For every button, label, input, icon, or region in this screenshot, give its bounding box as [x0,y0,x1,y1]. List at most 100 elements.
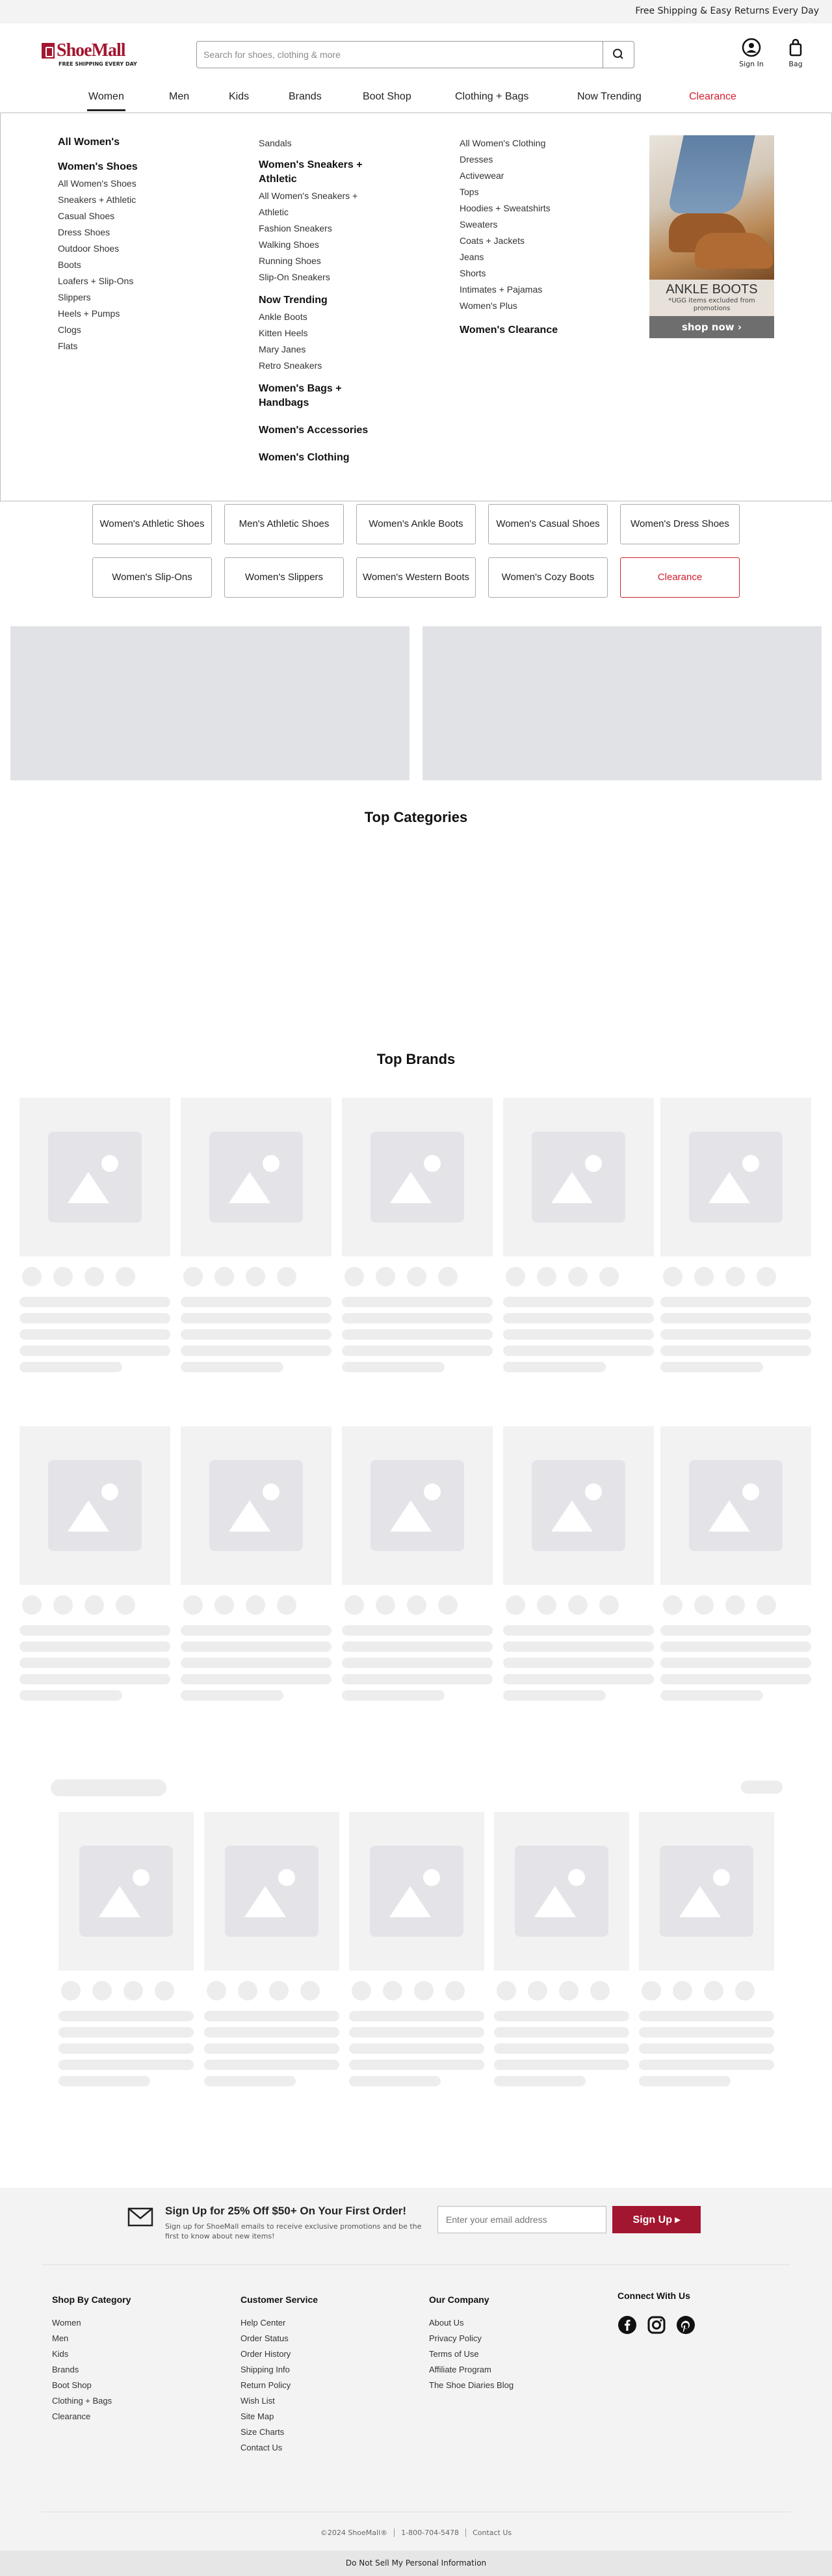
newsletter-email-input[interactable] [437,2206,606,2233]
footer-link[interactable]: Order Status [240,2331,318,2346]
footer-link[interactable]: Boot Shop [52,2378,131,2393]
mega-link[interactable]: Intimates + Pajamas [460,282,558,298]
footer-link[interactable]: Size Charts [240,2424,318,2440]
mega-link[interactable]: Dresses [460,152,558,168]
nav-item-now-trending[interactable]: Now Trending [577,91,642,103]
product-card-placeholder[interactable] [342,1426,493,1585]
footer-link[interactable]: Women [52,2315,131,2331]
mega-link[interactable]: Casual Shoes [58,208,138,224]
mega-link[interactable]: Retro Sneakers [259,358,382,374]
mega-link[interactable]: Slippers [58,289,138,306]
nav-item-men[interactable]: Men [169,91,189,103]
nav-item-brands[interactable]: Brands [289,91,322,103]
product-card-placeholder[interactable] [503,1098,654,1256]
legal-contact-link[interactable]: Contact Us [465,2529,519,2537]
mega-link[interactable]: Women's Plus [460,298,558,314]
mega-link[interactable]: Mary Janes [259,341,382,358]
footer-link[interactable]: Help Center [240,2315,318,2331]
footer-link[interactable]: Contact Us [240,2440,318,2456]
category-pill[interactable]: Women's Cozy Boots [488,557,608,598]
product-card-placeholder[interactable] [349,1812,484,1971]
bag-link[interactable]: Bag [776,38,815,70]
category-pill[interactable]: Women's Athletic Shoes [92,504,212,544]
category-pill[interactable]: Men's Athletic Shoes [224,504,344,544]
womens-shoes-heading[interactable]: Women's Shoes [58,160,138,174]
product-card-placeholder[interactable] [660,1426,811,1585]
product-card-placeholder[interactable] [20,1098,170,1256]
category-pill[interactable]: Women's Western Boots [356,557,476,598]
footer-link[interactable]: Affiliate Program [429,2362,514,2378]
phone-number[interactable]: 1-800-704-5478 [394,2529,466,2537]
mega-link[interactable]: Fashion Sneakers [259,220,382,237]
mega-link[interactable]: Slip-On Sneakers [259,269,382,285]
mega-link[interactable]: Sneakers + Athletic [58,192,138,208]
ankle-boots-promo[interactable]: ANKLE BOOTS *UGG items excluded from pro… [649,135,774,338]
mega-link[interactable]: Tops [460,184,558,200]
instagram-icon[interactable] [647,2315,666,2337]
footer-link[interactable]: About Us [429,2315,514,2331]
search-button[interactable] [603,42,634,68]
womens-clothing-heading[interactable]: Women's Clothing [259,451,382,465]
promo-shop-now-button[interactable]: shop now › [649,316,774,338]
mega-link[interactable]: Hoodies + Sweatshirts [460,200,558,217]
nav-item-boot-shop[interactable]: Boot Shop [363,91,411,103]
mega-link[interactable]: Boots [58,257,138,273]
newsletter-signup-button[interactable]: Sign Up ▸ [612,2206,701,2233]
mega-link[interactable]: Jeans [460,249,558,265]
womens-bags-heading[interactable]: Women's Bags + Handbags [259,382,382,410]
mega-link[interactable]: Activewear [460,168,558,184]
nav-item-clearance[interactable]: Clearance [689,91,736,103]
mega-link[interactable]: Ankle Boots [259,309,382,325]
mega-link[interactable]: Kitten Heels [259,325,382,341]
category-pill-clearance[interactable]: Clearance [620,557,740,598]
mega-link[interactable]: All Women's Shoes [58,176,138,192]
mega-link[interactable]: Flats [58,338,138,354]
mega-link[interactable]: All Women's Sneakers + Athletic [259,188,382,220]
banner-placeholder[interactable] [10,626,410,780]
mega-link[interactable]: Sweaters [460,217,558,233]
sign-in-link[interactable]: Sign In [732,38,771,70]
nav-item-kids[interactable]: Kids [229,91,249,103]
product-card-placeholder[interactable] [503,1426,654,1585]
mega-link[interactable]: All Women's Clothing [460,135,558,152]
mega-link[interactable]: Outdoor Shoes [58,241,138,257]
footer-link[interactable]: Terms of Use [429,2346,514,2362]
footer-link[interactable]: Return Policy [240,2378,318,2393]
do-not-sell-link[interactable]: Do Not Sell My Personal Information [0,2551,832,2576]
footer-link[interactable]: Clothing + Bags [52,2393,131,2409]
mega-link[interactable]: Coats + Jackets [460,233,558,249]
facebook-icon[interactable] [618,2315,637,2337]
category-pill[interactable]: Women's Slip-Ons [92,557,212,598]
nav-item-clothing-bags[interactable]: Clothing + Bags [455,91,528,103]
footer-link[interactable]: Clearance [52,2409,131,2424]
footer-link[interactable]: Brands [52,2362,131,2378]
mega-link[interactable]: Heels + Pumps [58,306,138,322]
product-card-placeholder[interactable] [181,1098,332,1256]
mega-link[interactable]: Shorts [460,265,558,282]
product-card-placeholder[interactable] [20,1426,170,1585]
footer-link[interactable]: The Shoe Diaries Blog [429,2378,514,2393]
category-pill[interactable]: Women's Dress Shoes [620,504,740,544]
shoemall-logo[interactable]: ShoeMall FREE SHIPPING EVERY DAY [42,40,146,69]
category-pill[interactable]: Women's Ankle Boots [356,504,476,544]
womens-clearance-heading[interactable]: Women's Clearance [460,323,558,338]
footer-link[interactable]: Site Map [240,2409,318,2424]
product-card-placeholder[interactable] [204,1812,339,1971]
nav-item-women[interactable]: Women [87,91,125,111]
mega-link[interactable]: Running Shoes [259,253,382,269]
womens-accessories-heading[interactable]: Women's Accessories [259,423,382,438]
mega-link[interactable]: Clogs [58,322,138,338]
search-input[interactable] [203,48,593,61]
footer-link[interactable]: Shipping Info [240,2362,318,2378]
product-card-placeholder[interactable] [342,1098,493,1256]
mega-link[interactable]: Dress Shoes [58,224,138,241]
product-card-placeholder[interactable] [181,1426,332,1585]
womens-sneakers-heading[interactable]: Women's Sneakers + Athletic [259,158,382,187]
mega-link[interactable]: Walking Shoes [259,237,382,253]
footer-link[interactable]: Men [52,2331,131,2346]
category-pill[interactable]: Women's Casual Shoes [488,504,608,544]
category-pill[interactable]: Women's Slippers [224,557,344,598]
footer-link[interactable]: Order History [240,2346,318,2362]
banner-placeholder[interactable] [422,626,822,780]
product-card-placeholder[interactable] [494,1812,629,1971]
